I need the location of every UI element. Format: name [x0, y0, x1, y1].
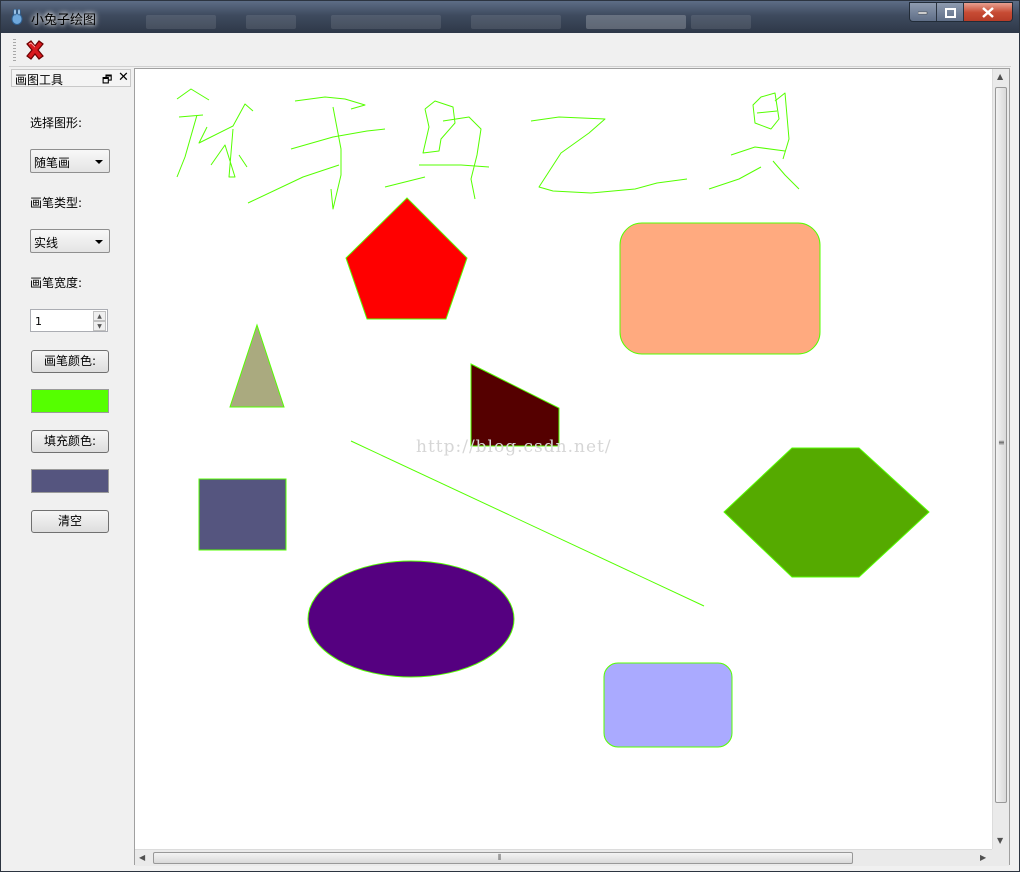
fill-color-button[interactable]: 填充颜色: — [31, 430, 109, 453]
horizontal-scrollbar[interactable]: ◀ ⦀ ▶ — [135, 849, 992, 866]
lavender-rounded-rectangle-shape — [603, 662, 733, 748]
pen-width-spinbox[interactable]: 1 ▲ ▼ — [30, 309, 108, 332]
scroll-corner — [992, 849, 1009, 866]
dock-title-bar[interactable]: 画图工具 🗗 ✕ — [11, 69, 131, 87]
purple-ellipse-shape — [307, 560, 515, 678]
horizontal-scroll-thumb[interactable]: ⦀ — [153, 852, 853, 864]
pen-color-swatch[interactable] — [31, 389, 109, 413]
fill-color-swatch[interactable] — [31, 469, 109, 493]
pen-style-select[interactable]: 实线 — [30, 229, 110, 253]
minimize-button[interactable] — [910, 3, 937, 21]
caption-buttons — [909, 2, 1013, 22]
exit-button[interactable] — [23, 38, 47, 62]
clear-button[interactable]: 清空 — [31, 510, 109, 533]
close-icon — [982, 7, 994, 18]
maximize-button[interactable] — [937, 3, 964, 21]
scroll-left-icon[interactable]: ◀ — [139, 853, 145, 862]
shape-select[interactable]: 随笔画 — [30, 149, 110, 173]
title-bar[interactable]: 小兔子绘图 — [1, 1, 1019, 33]
scroll-up-icon[interactable]: ▲ — [997, 72, 1003, 81]
dropdown-arrow-icon — [95, 160, 103, 164]
minimize-icon — [918, 11, 928, 14]
pen-style-label: 画笔类型: — [30, 196, 83, 210]
freehand-scribble — [176, 88, 800, 210]
scroll-down-icon[interactable]: ▼ — [997, 836, 1003, 845]
pen-color-button[interactable]: 画笔颜色: — [31, 350, 109, 373]
spin-down-icon[interactable]: ▼ — [93, 321, 106, 331]
maximize-icon — [944, 7, 956, 18]
thumb-grip-icon: ≡ — [998, 438, 1005, 447]
close-button[interactable] — [964, 3, 1012, 21]
maroon-trapezoid-shape — [470, 363, 560, 447]
drawing-tools-dock: 画图工具 🗗 ✕ 选择图形: 随笔画 画笔类型: 实线 画笔宽度: 1 ▲ ▼ … — [9, 68, 131, 865]
background-window-ghost — [331, 15, 441, 29]
spin-up-icon[interactable]: ▲ — [93, 311, 106, 321]
thumb-grip-icon: ⦀ — [498, 853, 502, 862]
background-window-ghost — [146, 15, 216, 29]
dock-float-icon[interactable]: 🗗 — [102, 71, 112, 90]
vertical-scroll-thumb[interactable]: ≡ — [995, 87, 1007, 803]
watermark-text: http://blog.csdn.net/ — [416, 437, 612, 457]
green-hexagon-shape — [723, 447, 930, 578]
pen-width-value: 1 — [35, 315, 42, 328]
pen-style-select-value: 实线 — [34, 236, 59, 250]
red-x-icon — [26, 40, 44, 60]
canvas-surface[interactable] — [135, 69, 992, 849]
shape-select-value: 随笔画 — [34, 156, 71, 170]
vertical-scrollbar[interactable]: ▲ ≡ ▼ — [992, 69, 1009, 849]
shape-label: 选择图形: — [30, 116, 83, 130]
dock-title: 画图工具 — [15, 73, 64, 87]
background-window-ghost — [586, 15, 686, 29]
khaki-triangle-shape — [229, 323, 285, 408]
toolbar — [9, 33, 1011, 67]
background-window-ghost — [471, 15, 561, 29]
background-window-ghost — [691, 15, 751, 29]
dock-close-icon[interactable]: ✕ — [118, 70, 129, 85]
drawing-canvas[interactable]: http://blog.csdn.net/ ▲ ≡ ▼ ◀ ⦀ ▶ — [134, 68, 1010, 866]
dropdown-arrow-icon — [95, 240, 103, 244]
pen-width-label: 画笔宽度: — [30, 276, 83, 290]
app-window: 小兔子绘图 画图工具 🗗 ✕ 选择图形: 随笔画 画笔类型: 实线 画笔宽度: … — [0, 0, 1020, 872]
rabbit-app-icon — [11, 9, 23, 25]
background-window-ghost — [246, 15, 296, 29]
slate-rectangle-shape — [198, 478, 287, 551]
toolbar-grip[interactable] — [13, 39, 16, 61]
scroll-right-icon[interactable]: ▶ — [980, 853, 986, 862]
salmon-rounded-rectangle-shape — [619, 222, 821, 355]
window-title: 小兔子绘图 — [31, 13, 97, 28]
red-pentagon-shape — [345, 197, 468, 320]
